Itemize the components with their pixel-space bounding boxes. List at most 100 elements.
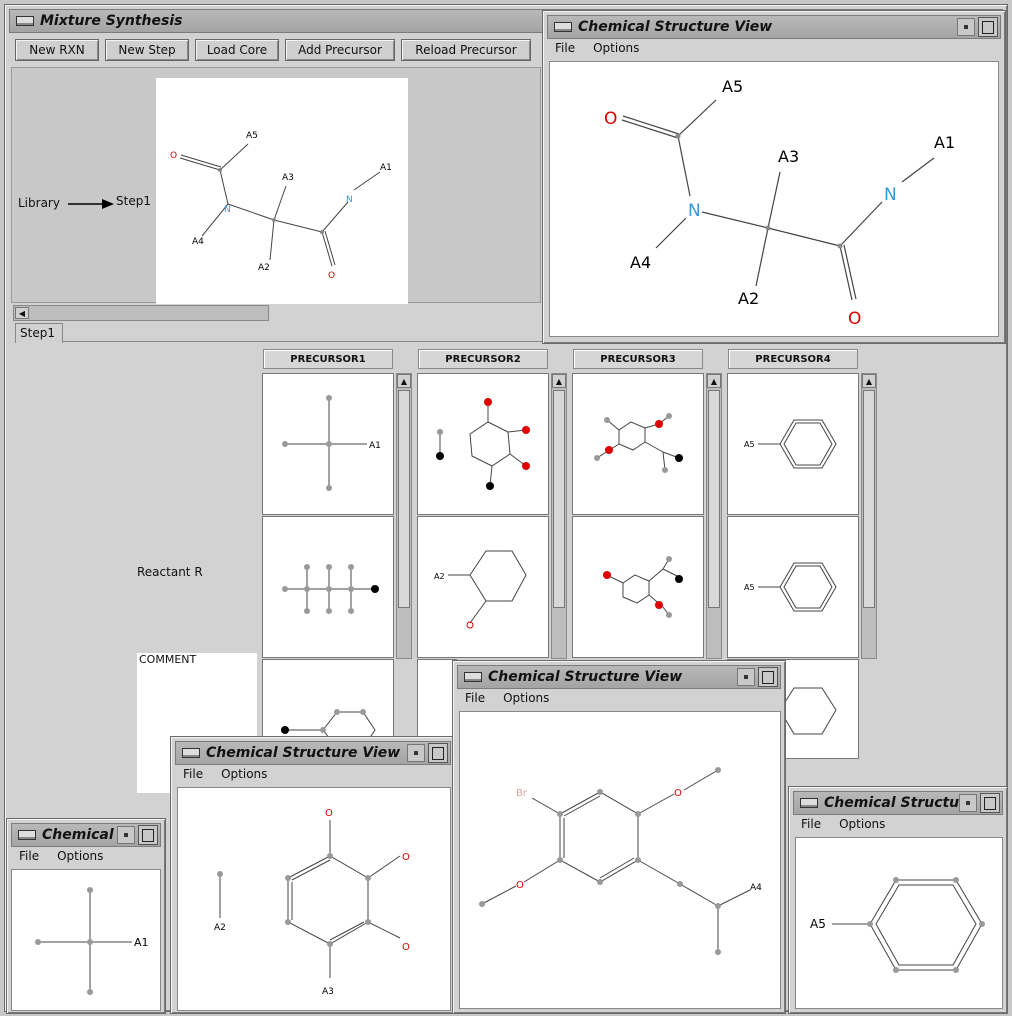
atom-label: A4 <box>630 253 651 272</box>
structure-window-title: Chemical Structure View <box>578 19 773 35</box>
atom-label: O <box>402 852 410 863</box>
window-menu-button[interactable] <box>464 672 482 682</box>
structure-canvas[interactable]: A5 <box>795 837 1003 1009</box>
chemical-structure-window-a5: Chemical Structure File Options A5 <box>788 786 1008 1014</box>
structure-svg <box>282 564 379 614</box>
precursor3-header[interactable]: PRECURSOR3 <box>573 349 703 369</box>
reload-precursor-button[interactable]: Reload Precursor <box>401 39 531 61</box>
minimize-icon[interactable] <box>737 668 755 686</box>
core-structure-svg: O A5 N A3 A4 A2 N A1 O <box>170 131 392 281</box>
structure-svg: A2 O O O A3 <box>214 808 410 997</box>
menu-options[interactable]: Options <box>221 767 267 781</box>
maximize-icon[interactable] <box>428 743 448 763</box>
structure-canvas[interactable]: Br O O A4 <box>459 711 781 1009</box>
menu-file[interactable]: File <box>183 767 203 781</box>
precursor4-header[interactable]: PRECURSOR4 <box>728 349 858 369</box>
atom-label: A5 <box>810 917 826 931</box>
menu-file[interactable]: File <box>555 41 575 55</box>
menu-options[interactable]: Options <box>503 691 549 705</box>
scroll-thumb[interactable] <box>398 390 410 608</box>
structure-titlebar[interactable]: Chemical Structure <box>793 791 1003 815</box>
precursor3-scrollbar[interactable]: ▲ <box>706 373 722 659</box>
structure-titlebar[interactable]: Chemical Structure View <box>175 741 451 765</box>
atom-label: N <box>224 205 231 215</box>
precursor3-cell-1[interactable] <box>572 373 704 515</box>
window-menu-button[interactable] <box>182 748 200 758</box>
atom-label: A1 <box>369 441 381 451</box>
minimize-icon[interactable] <box>407 744 425 762</box>
load-core-button[interactable]: Load Core <box>195 39 279 61</box>
core-structure-large-svg: O A5 N A3 A4 A2 N A1 O <box>604 77 955 329</box>
precursor1-scrollbar[interactable]: ▲ <box>396 373 412 659</box>
precursor2-cell-2[interactable]: A2 <box>417 516 549 658</box>
new-step-button[interactable]: New Step <box>105 39 189 61</box>
precursor4-cell-2[interactable]: A5 <box>727 516 859 658</box>
window-menu-button[interactable] <box>554 22 572 32</box>
precursor2-header[interactable]: PRECURSOR2 <box>418 349 548 369</box>
atom-label: A2 <box>258 263 270 273</box>
precursor1-cell-1[interactable]: A1 <box>262 373 394 515</box>
new-rxn-button[interactable]: New RXN <box>15 39 99 61</box>
scroll-up-arrow[interactable]: ▲ <box>707 374 721 388</box>
minimize-icon[interactable] <box>959 794 977 812</box>
window-menu-button[interactable] <box>16 16 34 26</box>
atom-label: A5 <box>246 131 258 141</box>
atom-label: A2 <box>434 572 445 581</box>
precursor3-cell-2[interactable] <box>572 516 704 658</box>
atom-label: A1 <box>380 163 392 173</box>
precursor2-cell-1[interactable] <box>417 373 549 515</box>
scroll-thumb[interactable] <box>553 390 565 608</box>
structure-canvas[interactable]: A1 <box>11 869 161 1011</box>
add-precursor-button[interactable]: Add Precursor <box>285 39 395 61</box>
maximize-icon[interactable] <box>138 825 158 845</box>
structure-canvas[interactable]: A2 O O O A3 <box>177 787 451 1011</box>
menu-file[interactable]: File <box>465 691 485 705</box>
precursor1-cell-2[interactable] <box>262 516 394 658</box>
maximize-icon[interactable] <box>980 793 1000 813</box>
structure-titlebar[interactable]: Chemical Structure View <box>547 15 1001 39</box>
scroll-left-arrow[interactable]: ◀ <box>15 307 29 319</box>
flow-hscrollbar[interactable]: ◀ <box>13 305 269 321</box>
scroll-up-arrow[interactable]: ▲ <box>397 374 411 388</box>
menu-file[interactable]: File <box>801 817 821 831</box>
structure-window-title: Chemical Structure View <box>206 745 401 761</box>
menu-options[interactable]: Options <box>593 41 639 55</box>
chemical-structure-window-a2: Chemical Structure View File Options A2 … <box>170 736 456 1014</box>
scroll-up-arrow[interactable]: ▲ <box>862 374 876 388</box>
step1-node[interactable]: Step1 <box>116 194 151 208</box>
scroll-thumb[interactable] <box>708 390 720 608</box>
precursor2-scrollbar[interactable]: ▲ <box>551 373 567 659</box>
atom-label: A3 <box>282 173 294 183</box>
minimize-icon[interactable] <box>117 826 135 844</box>
structure-canvas[interactable]: O A5 N A3 A4 A2 N A1 O <box>549 61 999 337</box>
core-structure-preview[interactable]: O A5 N A3 A4 A2 N A1 O <box>156 78 408 304</box>
structure-svg <box>603 556 683 618</box>
atom-label: A3 <box>322 987 334 997</box>
structure-titlebar[interactable]: Chemical Structure View <box>457 665 781 689</box>
atom-label: O <box>674 788 682 799</box>
atom-label: O <box>516 880 524 891</box>
minimize-icon[interactable] <box>957 18 975 36</box>
precursor4-cell-1[interactable]: A5 <box>727 373 859 515</box>
atom-label: O <box>848 309 861 329</box>
precursor1-header[interactable]: PRECURSOR1 <box>263 349 393 369</box>
maximize-icon[interactable] <box>758 667 778 687</box>
atom-label: A2 <box>738 289 759 308</box>
scroll-thumb[interactable] <box>863 390 875 608</box>
window-menu-button[interactable] <box>18 830 36 840</box>
structure-svg <box>594 413 683 473</box>
library-node[interactable]: Library <box>18 196 60 210</box>
maximize-icon[interactable] <box>978 17 998 37</box>
structure-svg: A5 <box>744 562 837 612</box>
atom-label: Br <box>516 788 528 799</box>
menu-options[interactable]: Options <box>57 849 103 863</box>
menu-options[interactable]: Options <box>839 817 885 831</box>
scroll-up-arrow[interactable]: ▲ <box>552 374 566 388</box>
precursor4-scrollbar[interactable]: ▲ <box>861 373 877 659</box>
window-menu-button[interactable] <box>800 798 818 808</box>
atom-label: O <box>170 151 177 161</box>
structure-menubar: File Options <box>11 847 161 865</box>
menu-file[interactable]: File <box>19 849 39 863</box>
structure-titlebar[interactable]: Chemical ... <box>11 823 161 847</box>
tab-step1[interactable]: Step1 <box>15 323 63 343</box>
